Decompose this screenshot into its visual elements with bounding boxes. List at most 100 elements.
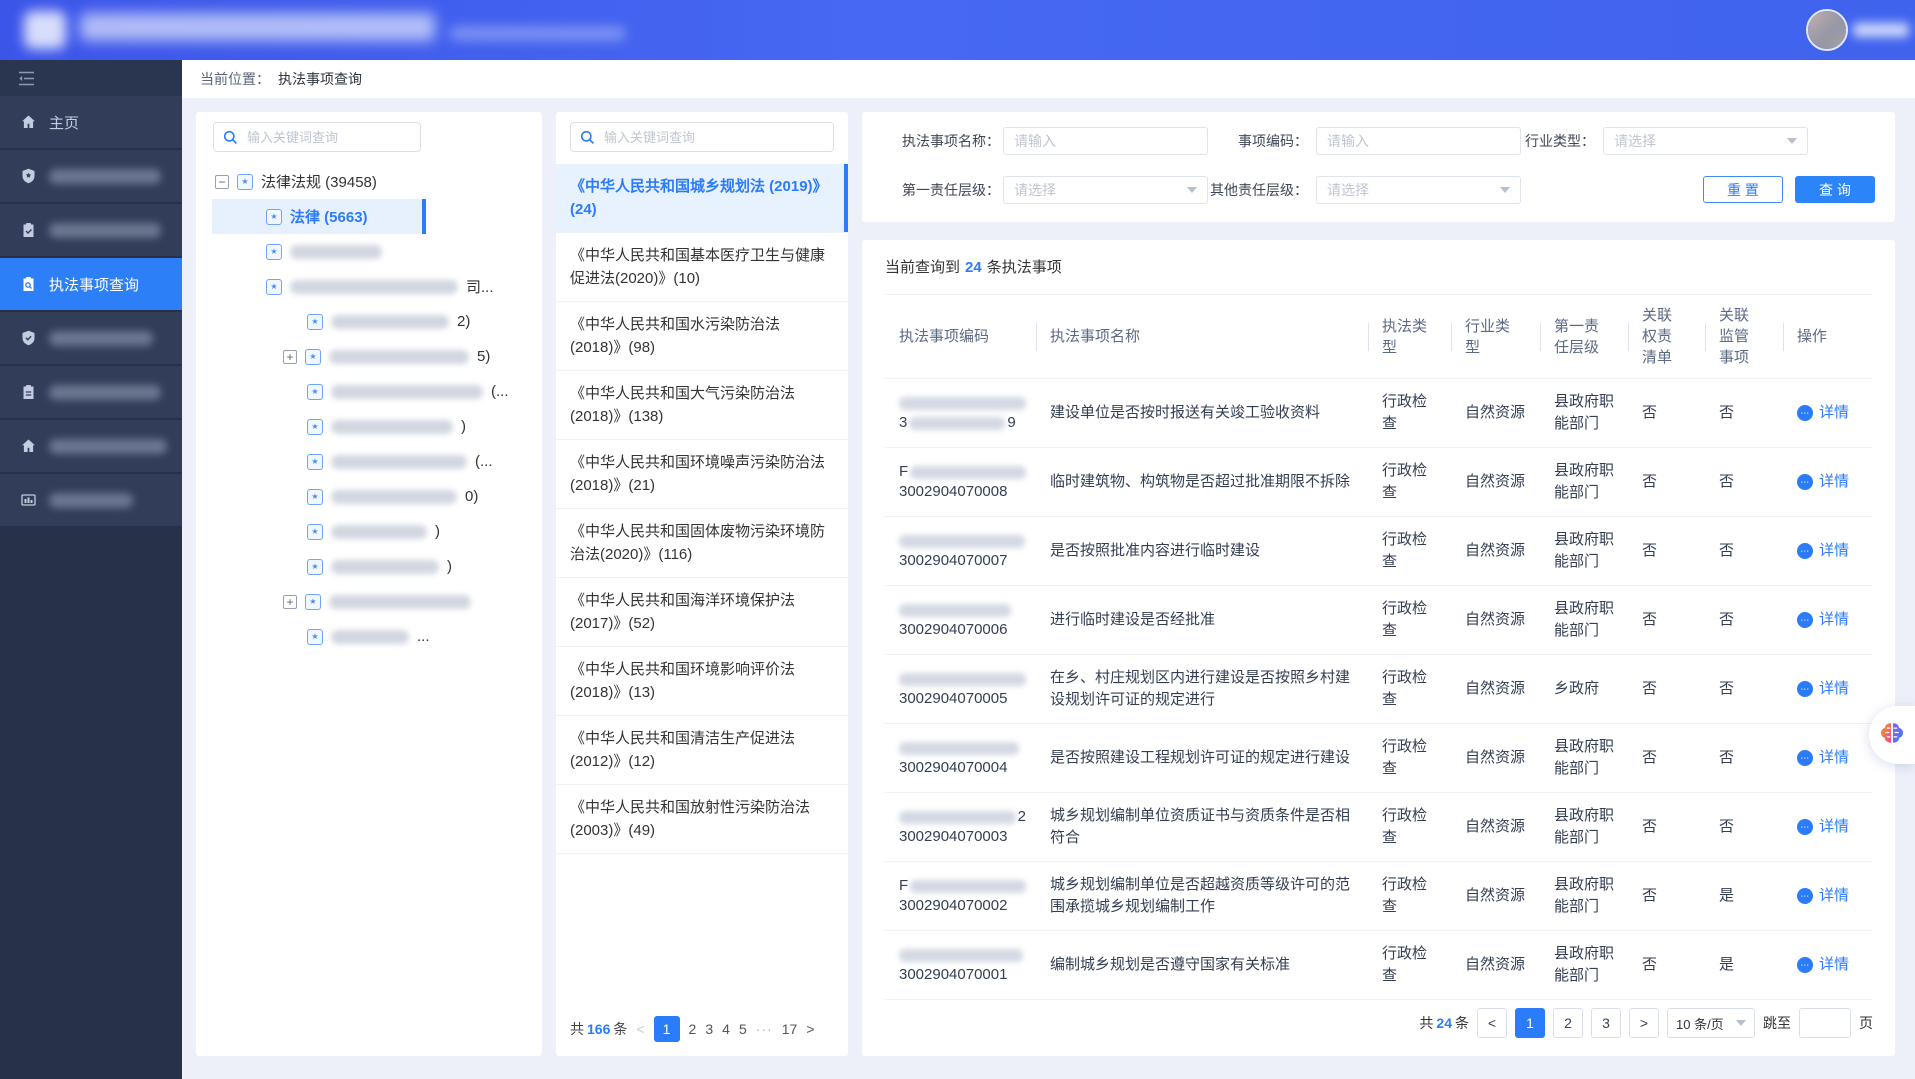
sidebar-item-redacted-3[interactable] <box>0 312 182 366</box>
law-list-item[interactable]: 《中华人民共和国放射性污染防治法 (2003)》(49) <box>556 785 848 854</box>
expand-node-icon[interactable]: + <box>283 350 297 364</box>
law-list-item[interactable]: 《中华人民共和国海洋环境保护法 (2017)》(52) <box>556 578 848 647</box>
page-button[interactable]: 3 <box>705 1021 713 1037</box>
cell-power-list: 否 <box>1628 877 1705 915</box>
cell-code: 2 3002904070003 <box>885 799 1036 855</box>
query-button[interactable]: 查 询 <box>1795 176 1875 203</box>
law-list-item[interactable]: 《中华人民共和国环境噪声污染防治法(2018)》(21) <box>556 440 848 509</box>
ellipsis-circle-icon: ⋯ <box>1797 543 1813 559</box>
law-list-item-selected[interactable]: 《中华人民共和国城乡规划法 (2019)》(24) <box>556 164 848 233</box>
tree-root-node[interactable]: − ★ 法律法规 (39458) <box>196 164 542 199</box>
law-search-input[interactable] <box>602 129 824 146</box>
first-responsibility-level-select[interactable]: 请选择 <box>1003 176 1208 204</box>
ellipsis-circle-icon: ⋯ <box>1797 750 1813 766</box>
chevron-down-icon <box>1500 187 1510 193</box>
sidebar-item-redacted-6[interactable] <box>0 474 182 528</box>
expand-node-icon[interactable]: + <box>283 595 297 609</box>
detail-link[interactable]: ⋯详情 <box>1797 402 1863 424</box>
sidebar-item-home[interactable]: 主页 <box>0 96 182 150</box>
sidebar-item-enforcement-query[interactable]: 执法事项查询 <box>0 258 182 312</box>
tree-node[interactable]: ★ 0) <box>196 479 542 514</box>
redacted-text <box>910 466 1026 479</box>
detail-link[interactable]: ⋯详情 <box>1797 816 1863 838</box>
cell-type: 行政检查 <box>1368 728 1451 788</box>
law-list-item[interactable]: 《中华人民共和国水污染防治法 (2018)》(98) <box>556 302 848 371</box>
tree-node[interactable]: ★ ... <box>196 619 542 654</box>
cell-code: 3002904070006 <box>885 592 1036 648</box>
page-button-current[interactable]: 1 <box>1515 1008 1545 1038</box>
tree-node-selected[interactable]: ★ 法律 (5663) <box>196 199 542 234</box>
detail-link[interactable]: ⋯详情 <box>1797 678 1863 700</box>
pagination-ellipsis[interactable]: ··· <box>756 1021 773 1037</box>
tree-node[interactable]: ★ (... <box>196 444 542 479</box>
sidebar-item-redacted-2[interactable] <box>0 204 182 258</box>
page-button[interactable]: 4 <box>722 1021 730 1037</box>
avatar[interactable] <box>1806 9 1848 51</box>
tree-node[interactable]: ★ <box>196 234 542 269</box>
page-button[interactable]: 2 <box>1553 1008 1583 1038</box>
ellipsis-circle-icon: ⋯ <box>1797 819 1813 835</box>
tree-search-box[interactable] <box>213 122 421 152</box>
law-list-item[interactable]: 《中华人民共和国大气污染防治法 (2018)》(138) <box>556 371 848 440</box>
chevron-down-icon <box>1736 1020 1746 1026</box>
industry-type-select[interactable]: 请选择 <box>1603 127 1808 155</box>
prev-page-button[interactable]: < <box>1477 1008 1507 1038</box>
next-page-button[interactable]: > <box>806 1021 814 1037</box>
jump-page-input[interactable] <box>1799 1008 1851 1038</box>
cell-action: ⋯详情 <box>1783 877 1873 915</box>
tree-node[interactable]: ★ 2) <box>196 304 542 339</box>
page-button[interactable]: 17 <box>782 1021 798 1037</box>
cell-code: F 3002904070002 <box>885 868 1036 924</box>
law-list-item[interactable]: 《中华人民共和国清洁生产促进法 (2012)》(12) <box>556 716 848 785</box>
page-button[interactable]: 2 <box>689 1021 697 1037</box>
law-badge-icon: ★ <box>307 419 323 435</box>
prev-page-button[interactable]: < <box>636 1021 644 1037</box>
tree-node[interactable]: ★ 司... <box>196 269 542 304</box>
next-page-button[interactable]: > <box>1629 1008 1659 1038</box>
tree-node[interactable]: ★ ) <box>196 514 542 549</box>
law-list-item[interactable]: 《中华人民共和国固体废物污染环境防治法(2020)》(116) <box>556 509 848 578</box>
enforcement-name-input[interactable] <box>1003 127 1208 155</box>
matter-code-input[interactable] <box>1316 127 1521 155</box>
sidebar-collapse-button[interactable] <box>0 60 182 96</box>
cell-type: 行政检查 <box>1368 452 1451 512</box>
tree-node[interactable]: ★ ) <box>196 549 542 584</box>
tree-node[interactable]: + ★ <box>196 584 542 619</box>
detail-link[interactable]: ⋯详情 <box>1797 471 1863 493</box>
page-size-select[interactable]: 10 条/页 <box>1667 1008 1755 1038</box>
cell-power-list: 否 <box>1628 808 1705 846</box>
detail-link[interactable]: ⋯详情 <box>1797 954 1863 976</box>
other-responsibility-level-select[interactable]: 请选择 <box>1316 176 1521 204</box>
ellipsis-circle-icon: ⋯ <box>1797 888 1813 904</box>
column-header: 执法事项编码 <box>885 316 1036 357</box>
redacted-label <box>49 493 133 508</box>
result-count-number: 24 <box>965 259 982 276</box>
table-row: 3002904070005 在乡、村庄规划区内进行建设是否按照乡村建设规划许可证… <box>885 655 1873 724</box>
tree-node[interactable]: ★ (... <box>196 374 542 409</box>
cell-supervision: 否 <box>1705 463 1783 501</box>
collapse-node-icon[interactable]: − <box>215 175 229 189</box>
detail-link[interactable]: ⋯详情 <box>1797 885 1863 907</box>
sidebar-item-redacted-4[interactable] <box>0 366 182 420</box>
tree-search-input[interactable] <box>245 129 411 146</box>
law-list-item[interactable]: 《中华人民共和国环境影响评价法 (2018)》(13) <box>556 647 848 716</box>
law-badge-icon: ★ <box>307 314 323 330</box>
page-button[interactable]: 3 <box>1591 1008 1621 1038</box>
cell-power-list: 否 <box>1628 946 1705 984</box>
page-button[interactable]: 5 <box>739 1021 747 1037</box>
tree-node[interactable]: ★ ) <box>196 409 542 444</box>
reset-button[interactable]: 重 置 <box>1703 176 1783 203</box>
detail-link[interactable]: ⋯详情 <box>1797 540 1863 562</box>
sidebar-item-redacted-1[interactable] <box>0 150 182 204</box>
column-header: 执法类型 <box>1368 306 1451 368</box>
page-button-current[interactable]: 1 <box>654 1016 680 1042</box>
table-row: 3002904070006 进行临时建设是否经批准 行政检查 自然资源 县政府职… <box>885 586 1873 655</box>
tree-node[interactable]: + ★ 5) <box>196 339 542 374</box>
detail-link[interactable]: ⋯详情 <box>1797 609 1863 631</box>
table-header-row: 执法事项编码 执法事项名称 执法类型 行业类型 第一责任层级 关联权责清单 关联… <box>885 294 1873 379</box>
sidebar-item-redacted-5[interactable] <box>0 420 182 474</box>
detail-link[interactable]: ⋯详情 <box>1797 747 1863 769</box>
law-list-item[interactable]: 《中华人民共和国基本医疗卫生与健康促进法(2020)》(10) <box>556 233 848 302</box>
law-search-box[interactable] <box>570 122 834 152</box>
search-icon <box>580 130 595 145</box>
